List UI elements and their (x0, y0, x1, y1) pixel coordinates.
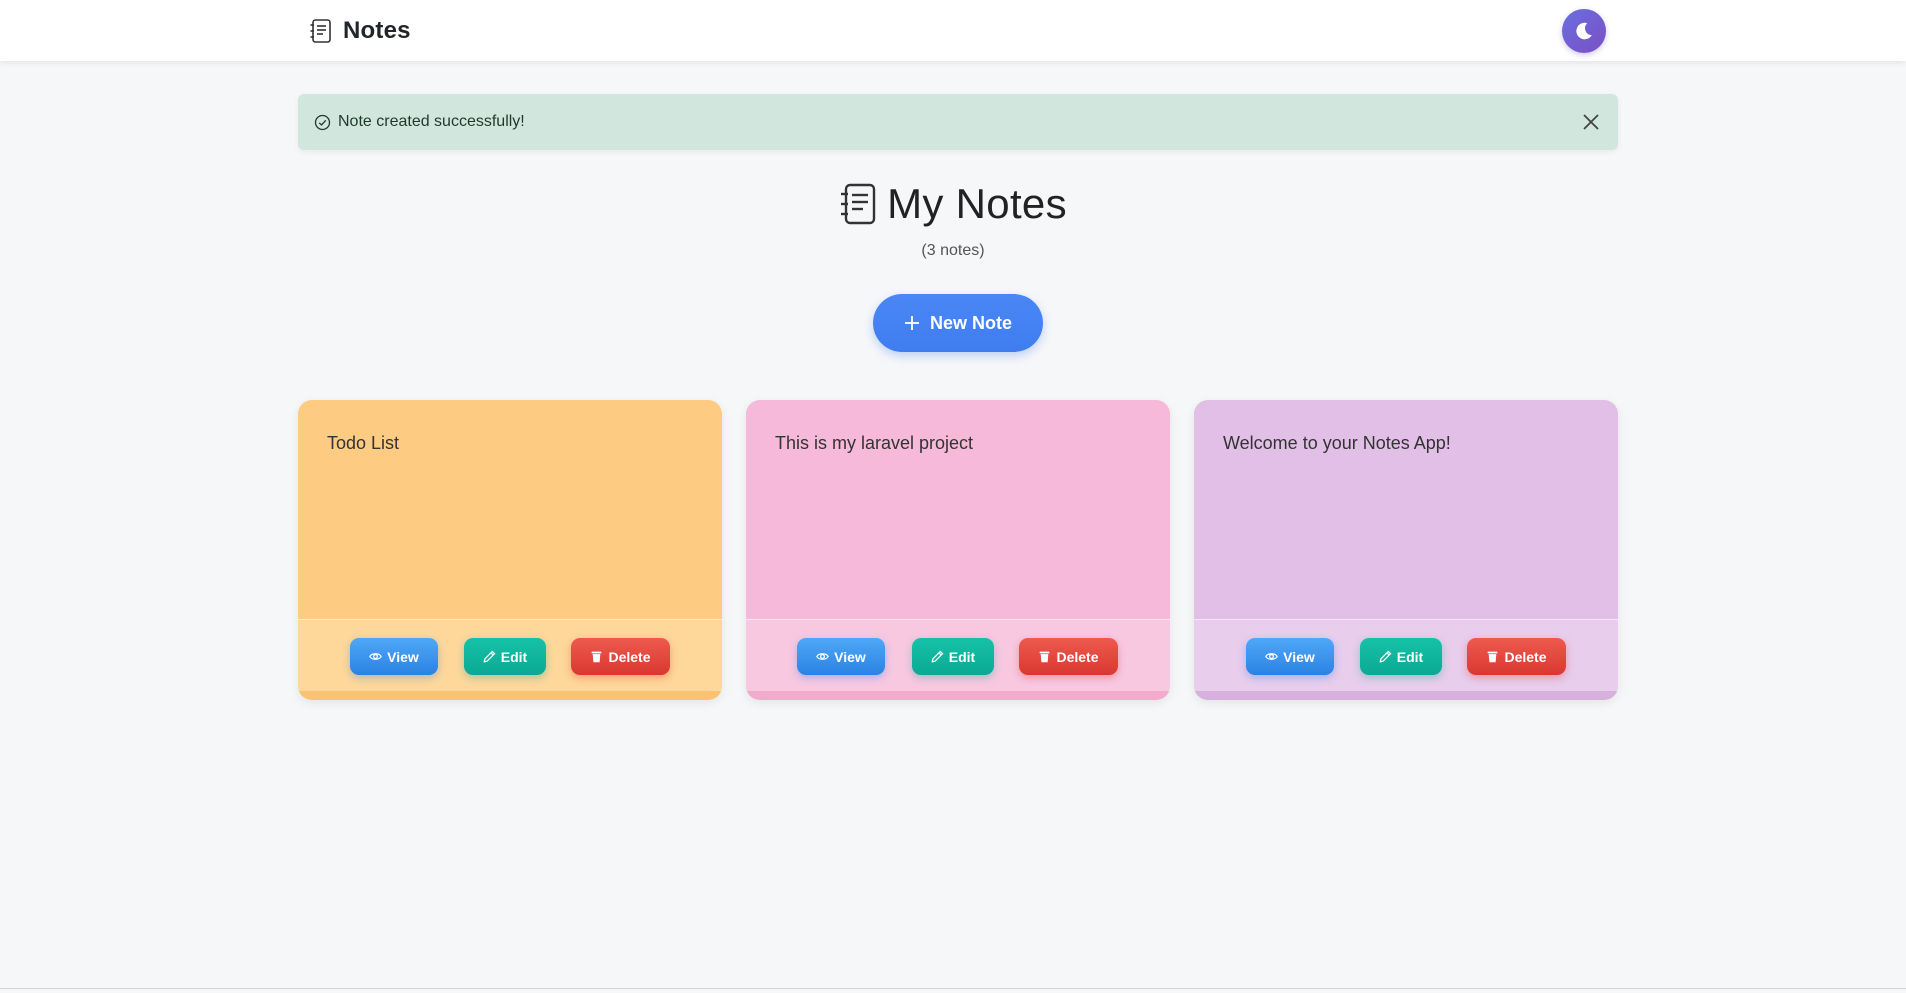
card-bottom-strip (746, 691, 1170, 700)
note-text: This is my laravel project (775, 433, 974, 453)
brand-name: Notes (343, 17, 411, 44)
note-card-body[interactable]: Todo List (298, 400, 722, 619)
trash-icon (1040, 651, 1050, 663)
note-card: Welcome to your Notes App! View Edit Del… (1194, 400, 1618, 700)
view-button[interactable]: View (797, 638, 885, 675)
edit-button[interactable]: Edit (912, 638, 994, 675)
note-card: Todo List View Edit Delete (298, 400, 722, 700)
trash-icon (1488, 651, 1498, 663)
new-note-button[interactable]: New Note (873, 294, 1043, 352)
pencil-icon (931, 650, 944, 663)
edit-label: Edit (500, 648, 528, 665)
pencil-icon (483, 650, 496, 663)
navbar: Notes (0, 0, 1906, 61)
delete-label: Delete (608, 648, 651, 665)
moon-icon (1576, 22, 1592, 40)
note-card-footer: View Edit Delete (746, 619, 1170, 700)
journal-text-icon (841, 183, 876, 225)
eye-icon (369, 653, 383, 660)
check-circle-icon (314, 114, 331, 131)
brand-link[interactable]: Notes (309, 16, 411, 46)
edit-label: Edit (948, 648, 976, 665)
view-label: View (834, 648, 866, 665)
note-count: (3 notes) (921, 242, 985, 259)
alert-message: Note created successfully! (338, 113, 525, 130)
plus-icon (904, 316, 919, 330)
eye-icon (1265, 653, 1279, 660)
view-button[interactable]: View (350, 638, 438, 675)
view-button[interactable]: View (1246, 638, 1334, 675)
page-title: My Notes (887, 180, 1067, 227)
new-note-label: New Note (929, 312, 1012, 333)
eye-icon (816, 653, 830, 660)
note-card-body[interactable]: This is my laravel project (746, 400, 1170, 619)
page-divider (0, 988, 1906, 989)
view-label: View (387, 648, 419, 665)
edit-label: Edit (1396, 648, 1424, 665)
delete-button[interactable]: Delete (571, 638, 670, 675)
note-text: Todo List (327, 433, 400, 453)
delete-button[interactable]: Delete (1019, 638, 1118, 675)
note-card-footer: View Edit Delete (298, 619, 722, 700)
view-label: View (1283, 648, 1315, 665)
delete-label: Delete (1504, 648, 1547, 665)
card-bottom-strip (1194, 691, 1618, 700)
edit-button[interactable]: Edit (1360, 638, 1442, 675)
page-header: My Notes (0, 180, 1906, 228)
journal-text-icon (310, 19, 331, 43)
note-card: This is my laravel project View Edit Del… (746, 400, 1170, 700)
success-alert: Note created successfully! (298, 94, 1618, 150)
note-card-footer: View Edit Delete (1194, 619, 1618, 700)
theme-toggle-button[interactable] (1562, 9, 1606, 53)
note-card-body[interactable]: Welcome to your Notes App! (1194, 400, 1618, 619)
pencil-icon (1379, 650, 1392, 663)
note-text: Welcome to your Notes App! (1223, 433, 1451, 453)
card-bottom-strip (298, 691, 722, 700)
edit-button[interactable]: Edit (464, 638, 546, 675)
delete-label: Delete (1056, 648, 1099, 665)
trash-icon (592, 651, 602, 663)
close-icon[interactable] (1581, 112, 1601, 132)
delete-button[interactable]: Delete (1467, 638, 1566, 675)
